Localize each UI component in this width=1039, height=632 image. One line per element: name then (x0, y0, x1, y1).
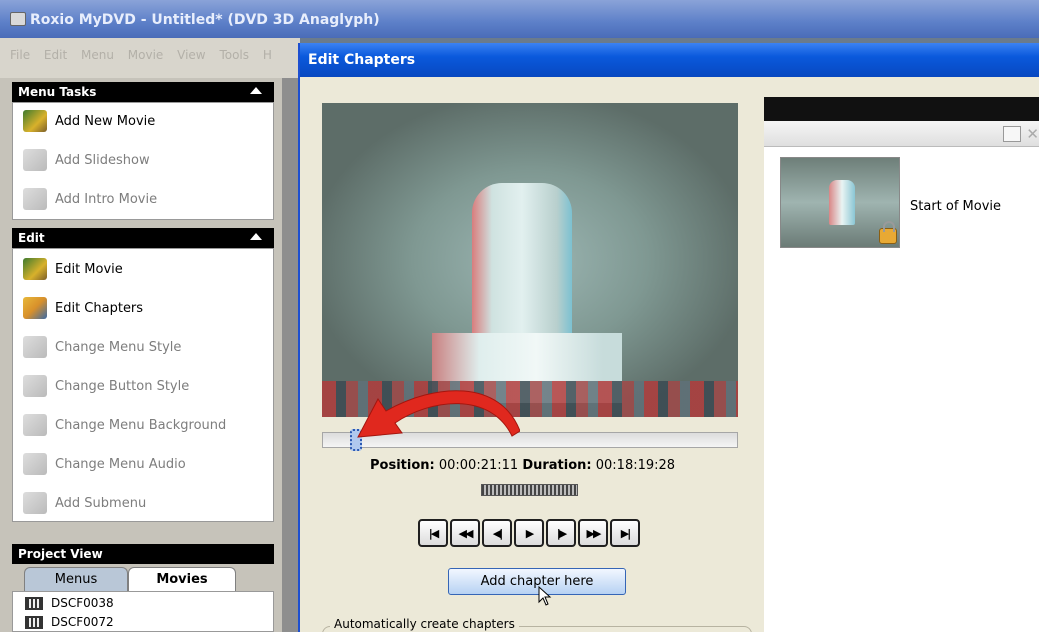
tab-movies[interactable]: Movies (128, 567, 236, 591)
thumbnail-statue (829, 180, 855, 225)
edit-chapters-icon (23, 297, 47, 319)
dialog-title-bar[interactable]: Edit Chapters (300, 43, 1039, 77)
lock-icon (879, 221, 897, 244)
play-button[interactable]: ▶ (514, 519, 544, 547)
list-item[interactable]: DSCF0038 (25, 594, 114, 612)
menu-help[interactable]: H (263, 48, 272, 62)
menu-edit[interactable]: Edit (44, 48, 67, 62)
edit-movie-icon (23, 258, 47, 280)
menu-style-icon (23, 336, 47, 358)
video-preview (322, 103, 738, 417)
chapter-panel-header (764, 97, 1039, 121)
menu-movie[interactable]: Movie (128, 48, 164, 62)
step-back-button[interactable]: ◀| (482, 519, 512, 547)
task-edit-movie[interactable]: Edit Movie (23, 258, 123, 280)
task-label: Change Button Style (55, 378, 190, 394)
tab-menus[interactable]: Menus (24, 567, 128, 591)
menu-audio-icon (23, 453, 47, 475)
jog-shuttle-slider[interactable] (481, 484, 578, 496)
task-edit-chapters[interactable]: Edit Chapters (23, 297, 143, 319)
list-item-label: DSCF0038 (51, 596, 114, 610)
menu-menu[interactable]: Menu (81, 48, 114, 62)
list-item[interactable]: DSCF0072 (25, 613, 114, 631)
rewind-button[interactable]: ◀◀ (450, 519, 480, 547)
task-change-menu-audio[interactable]: Change Menu Audio (23, 453, 186, 475)
dialog-title: Edit Chapters (308, 52, 416, 68)
collapse-caret-icon[interactable] (250, 233, 262, 240)
submenu-icon (23, 492, 47, 514)
task-label: Edit Movie (55, 261, 123, 277)
menu-bar: File Edit Menu Movie View Tools H (0, 38, 300, 78)
delete-chapter-icon[interactable]: ✕ (1026, 125, 1039, 143)
mouse-cursor-icon (538, 586, 552, 606)
project-tabs: Menus Movies (24, 567, 254, 591)
button-style-icon (23, 375, 47, 397)
chapter-label: Start of Movie (910, 199, 1002, 214)
task-label: Add Slideshow (55, 152, 150, 168)
chapter-thumbnail[interactable] (780, 157, 900, 248)
task-add-slideshow[interactable]: Add Slideshow (23, 149, 150, 171)
app-title-bar: Roxio MyDVD - Untitled* (DVD 3D Anaglyph… (0, 0, 1039, 38)
step-forward-button[interactable]: |▶ (546, 519, 576, 547)
menu-file[interactable]: File (10, 48, 30, 62)
project-view-header: Project View (12, 544, 274, 564)
background-panel (282, 78, 298, 632)
task-add-intro-movie[interactable]: Add Intro Movie (23, 188, 157, 210)
task-add-new-movie[interactable]: Add New Movie (23, 110, 155, 132)
task-label: Change Menu Audio (55, 456, 186, 472)
task-label: Add New Movie (55, 113, 156, 129)
go-to-end-button[interactable]: ▶| (610, 519, 640, 547)
collapse-caret-icon[interactable] (250, 87, 262, 94)
position-value: 00:00:21:11 (438, 458, 519, 473)
menu-view[interactable]: View (177, 48, 205, 62)
task-label: Edit Chapters (55, 300, 144, 316)
task-label: Add Submenu (55, 495, 147, 511)
task-label: Change Menu Background (55, 417, 227, 433)
task-change-button-style[interactable]: Change Button Style (23, 375, 189, 397)
menu-tasks-group: Add New Movie Add Slideshow Add Intro Mo… (12, 102, 274, 220)
task-label: Add Intro Movie (55, 191, 158, 207)
project-view-title: Project View (18, 547, 103, 561)
position-duration-readout: Position: 00:00:21:11 Duration: 00:18:19… (370, 458, 675, 473)
film-icon (25, 596, 43, 610)
task-change-menu-background[interactable]: Change Menu Background (23, 414, 226, 436)
list-item-label: DSCF0072 (51, 615, 114, 629)
fast-forward-button[interactable]: ▶▶ (578, 519, 608, 547)
slideshow-add-icon (23, 149, 47, 171)
menu-tools[interactable]: Tools (219, 48, 249, 62)
edit-title: Edit (18, 231, 45, 245)
duration-label: Duration: (522, 458, 592, 473)
go-to-start-button[interactable]: |◀ (418, 519, 448, 547)
edit-header[interactable]: Edit (12, 228, 274, 248)
annotation-arrow-icon (357, 390, 520, 438)
film-add-icon (23, 110, 47, 132)
project-list: DSCF0038 DSCF0072 (12, 591, 274, 632)
film-icon (25, 615, 43, 629)
app-title: Roxio MyDVD - Untitled* (DVD 3D Anaglyph… (30, 12, 380, 28)
menu-tasks-header[interactable]: Menu Tasks (12, 82, 274, 102)
task-add-submenu[interactable]: Add Submenu (23, 492, 146, 514)
task-label: Change Menu Style (55, 339, 182, 355)
task-panel: Menu Tasks Add New Movie Add Slideshow A… (0, 78, 282, 632)
menu-tasks-title: Menu Tasks (18, 85, 97, 99)
chapter-toolbar: ✕ (764, 121, 1039, 147)
edit-group: Edit Movie Edit Chapters Change Menu Sty… (12, 248, 274, 522)
auto-chapters-legend: Automatically create chapters (330, 617, 519, 631)
duration-value: 00:18:19:28 (595, 458, 676, 473)
chapter-options-icon[interactable] (1003, 126, 1021, 142)
position-label: Position: (370, 458, 435, 473)
intro-movie-icon (23, 188, 47, 210)
edit-chapters-dialog: Edit Chapters Position: 00:00:21:11 Dura… (298, 43, 1039, 632)
playback-controls: |◀ ◀◀ ◀| ▶ |▶ ▶▶ ▶| (418, 519, 640, 547)
task-change-menu-style[interactable]: Change Menu Style (23, 336, 181, 358)
add-chapter-button[interactable]: Add chapter here (448, 568, 626, 595)
app-icon (10, 12, 26, 26)
chapter-list-panel: ✕ Start of Movie (764, 97, 1039, 632)
menu-background-icon (23, 414, 47, 436)
